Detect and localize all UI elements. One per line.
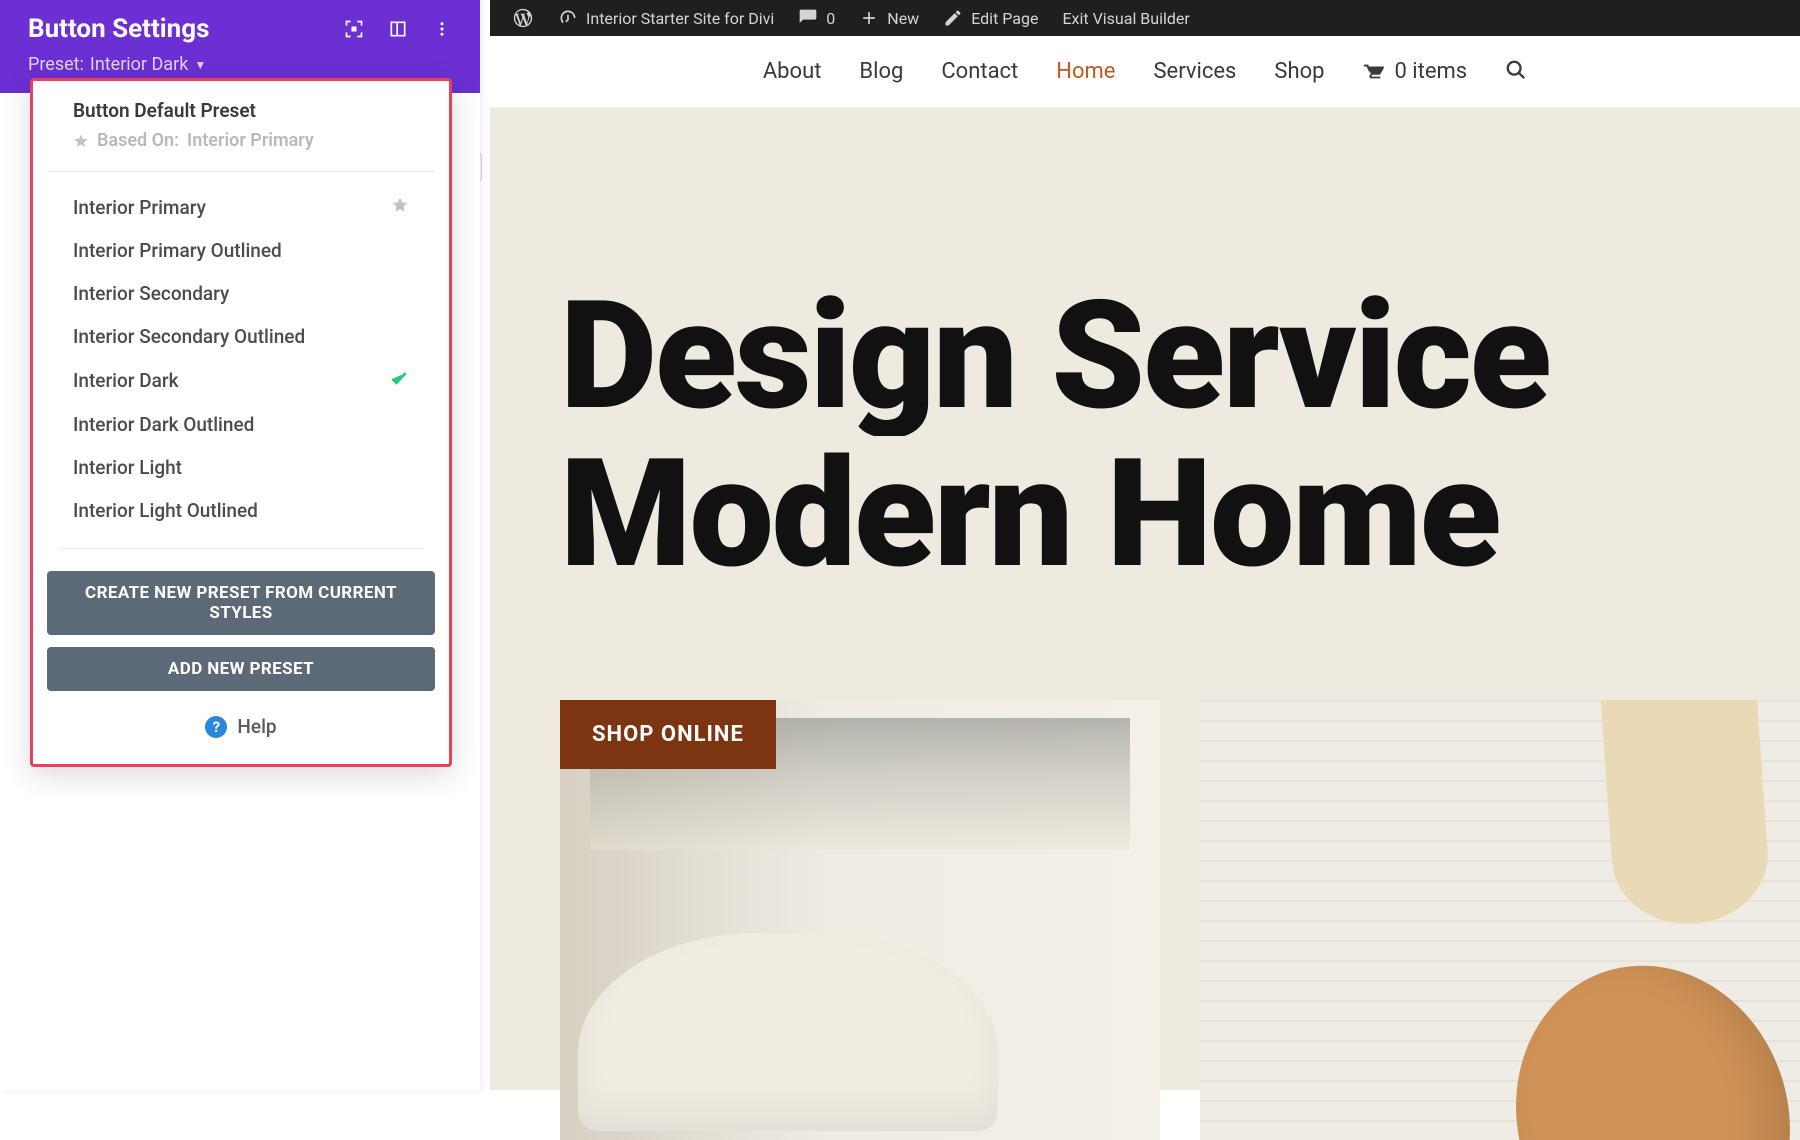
preset-item-label: Interior Primary <box>73 196 206 219</box>
hero-image-wall <box>1200 700 1800 1140</box>
preset-item[interactable]: Interior Light <box>47 446 435 489</box>
hero-heading-line2: Modern Home <box>560 436 1800 594</box>
preset-item-label: Interior Dark <box>73 369 179 392</box>
edit-page-button[interactable]: Edit Page <box>931 0 1050 36</box>
panel-title: Button Settings <box>28 14 209 44</box>
new-content-button[interactable]: New <box>847 0 931 36</box>
preset-item-label: Interior Light <box>73 456 182 479</box>
nav-home[interactable]: Home <box>1056 59 1115 84</box>
comment-count: 0 <box>826 9 835 28</box>
create-preset-button[interactable]: CREATE NEW PRESET FROM CURRENT STYLES <box>47 571 435 635</box>
nav-search-icon[interactable] <box>1505 59 1527 85</box>
default-preset-title: Button Default Preset <box>73 99 409 122</box>
button-settings-panel: Button Settings Preset: Interior Dark ▼ … <box>0 0 480 1090</box>
comment-icon <box>798 8 818 28</box>
shop-online-button[interactable]: SHOP ONLINE <box>560 700 776 769</box>
preset-dropdown-toggle[interactable]: Preset: Interior Dark ▼ <box>28 54 452 75</box>
based-on-prefix: Based On: <box>97 130 179 151</box>
gauge-icon <box>558 8 578 28</box>
preset-item[interactable]: Interior Primary <box>47 186 435 229</box>
nav-cart[interactable]: 0 items <box>1362 59 1467 84</box>
preset-item[interactable]: Interior Secondary <box>47 272 435 315</box>
site-title: Interior Starter Site for Divi <box>586 9 774 28</box>
preset-item[interactable]: Interior Dark <box>47 358 435 403</box>
nav-contact[interactable]: Contact <box>941 59 1018 84</box>
new-label: New <box>887 9 919 28</box>
preset-item[interactable]: Interior Primary Outlined <box>47 229 435 272</box>
edit-page-label: Edit Page <box>971 9 1038 28</box>
site-switcher[interactable]: Interior Starter Site for Divi <box>546 0 786 36</box>
preset-active-name: Interior Dark <box>90 54 188 75</box>
plus-icon <box>859 8 879 28</box>
help-label: Help <box>237 715 276 738</box>
preset-item-label: Interior Secondary <box>73 282 229 305</box>
preset-item-label: Interior Secondary Outlined <box>73 325 305 348</box>
check-icon <box>389 368 409 393</box>
star-icon <box>73 133 89 149</box>
exit-builder-label: Exit Visual Builder <box>1062 9 1189 28</box>
site-nav: About Blog Contact Home Services Shop 0 … <box>490 36 1800 108</box>
preset-dropdown: Button Default Preset Based On: Interior… <box>30 78 452 767</box>
nav-shop[interactable]: Shop <box>1274 59 1324 84</box>
comments-button[interactable]: 0 <box>786 0 847 36</box>
focus-icon[interactable] <box>344 19 364 39</box>
wp-admin-bar: Interior Starter Site for Divi 0 New Edi… <box>490 0 1800 36</box>
help-icon: ? <box>205 716 227 738</box>
nav-services[interactable]: Services <box>1153 59 1236 84</box>
preset-item[interactable]: Interior Dark Outlined <box>47 403 435 446</box>
exit-builder-button[interactable]: Exit Visual Builder <box>1050 0 1201 36</box>
star-icon <box>391 196 409 219</box>
preset-item-label: Interior Dark Outlined <box>73 413 254 436</box>
page-preview: About Blog Contact Home Services Shop 0 … <box>490 0 1800 1090</box>
pencil-icon <box>943 8 963 28</box>
kebab-icon[interactable] <box>432 19 452 39</box>
chevron-down-icon: ▼ <box>194 58 206 72</box>
cart-count: 0 items <box>1394 59 1467 84</box>
preset-list: Interior Primary Interior Primary Outline… <box>33 172 449 532</box>
based-on-name: Interior Primary <box>187 130 314 151</box>
nav-about[interactable]: About <box>763 59 822 84</box>
nav-blog[interactable]: Blog <box>859 59 903 84</box>
dock-icon[interactable] <box>388 19 408 39</box>
cart-icon <box>1362 61 1384 83</box>
help-link[interactable]: ? Help <box>33 715 449 738</box>
preset-prefix: Preset: <box>28 54 84 75</box>
default-preset-block[interactable]: Button Default Preset Based On: Interior… <box>47 99 435 172</box>
preset-item-label: Interior Light Outlined <box>73 499 258 522</box>
preset-item[interactable]: Interior Secondary Outlined <box>47 315 435 358</box>
preset-item-label: Interior Primary Outlined <box>73 239 282 262</box>
wp-logo-icon[interactable] <box>500 0 546 36</box>
hero-heading-line1: Design Service <box>560 278 1800 436</box>
preset-item[interactable]: Interior Light Outlined <box>47 489 435 532</box>
add-preset-button[interactable]: ADD NEW PRESET <box>47 647 435 691</box>
